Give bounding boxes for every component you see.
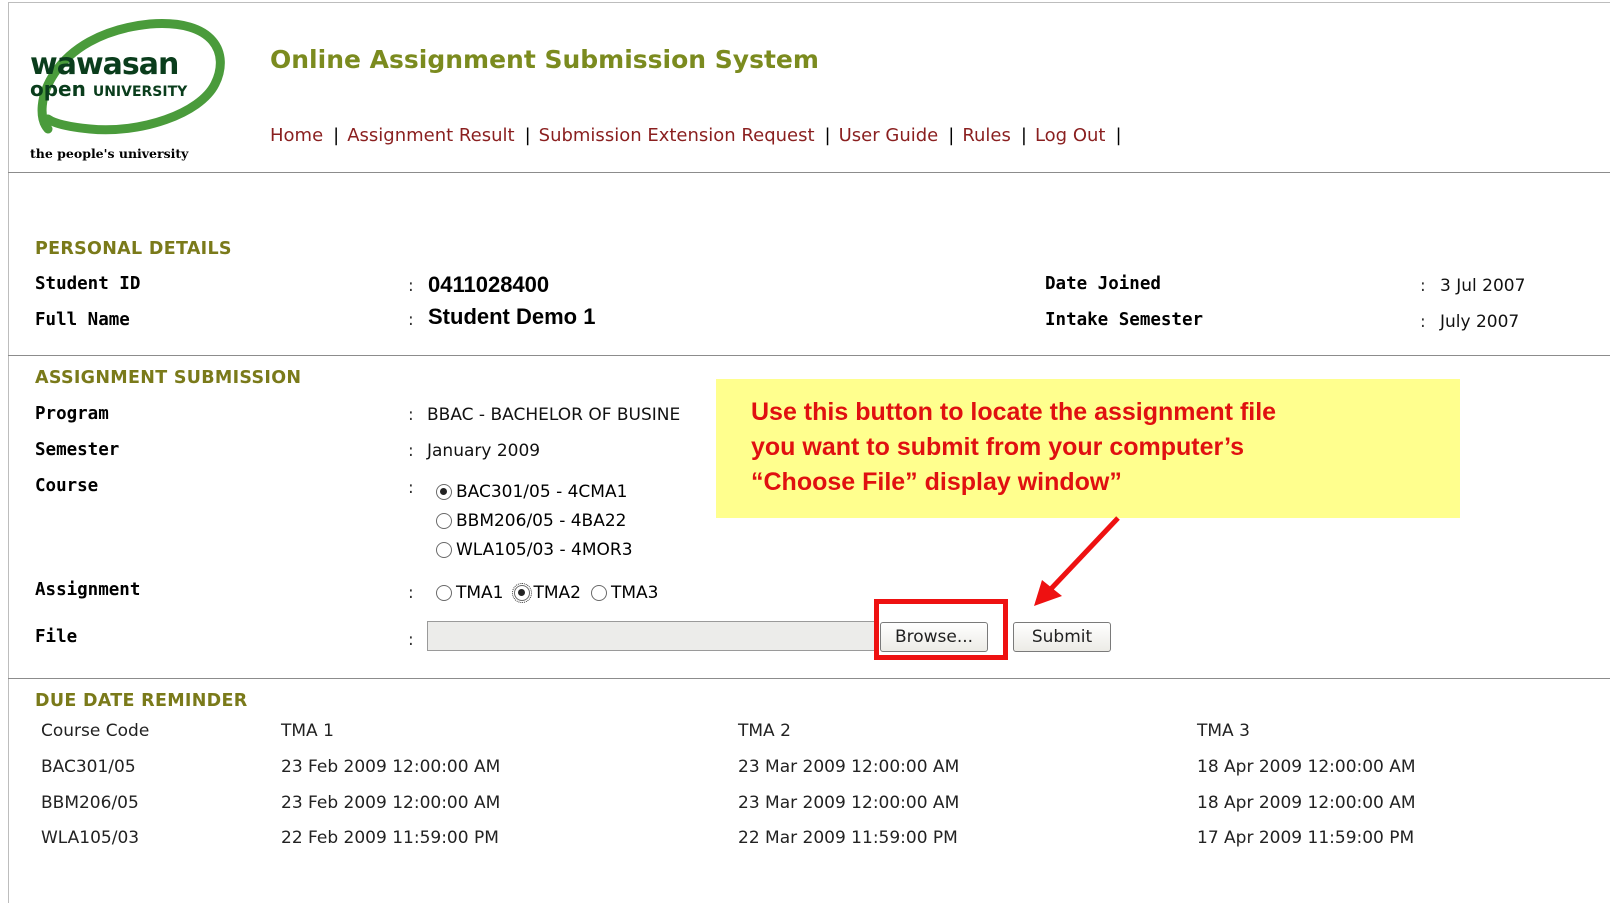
radio-icon[interactable] xyxy=(436,513,452,529)
logo-wordmark-open: open UNIVERSITY xyxy=(30,78,187,103)
colon: : xyxy=(408,405,414,425)
nav-home[interactable]: Home xyxy=(270,125,323,146)
full-name-label: Full Name xyxy=(35,310,130,330)
course-option-label: BBM206/05 - 4BA22 xyxy=(456,511,627,531)
assignment-option-label: TMA2 xyxy=(533,583,582,603)
colon: : xyxy=(408,478,414,498)
callout-line: “Choose File” display window” xyxy=(751,468,1122,496)
assignment-option-label: TMA3 xyxy=(611,583,659,603)
submit-button[interactable]: Submit xyxy=(1013,622,1111,652)
radio-icon[interactable] xyxy=(436,585,452,601)
nav-separator: | xyxy=(524,125,531,146)
colon: : xyxy=(408,441,414,461)
assignment-option[interactable]: TMA1 xyxy=(436,583,504,603)
table-header: Course Code xyxy=(41,721,150,741)
callout-line: Use this button to locate the assignment… xyxy=(751,398,1277,426)
table-cell: 18 Apr 2009 12:00:00 AM xyxy=(1197,793,1416,813)
assignment-label: Assignment xyxy=(35,580,141,600)
university-logo: wawasan open UNIVERSITY the people's uni… xyxy=(30,14,235,164)
course-label: Course xyxy=(35,476,99,496)
assignment-option[interactable]: TMA2 xyxy=(511,583,582,603)
colon: : xyxy=(408,583,414,603)
table-header: TMA 2 xyxy=(738,721,791,741)
assignment-option[interactable]: TMA3 xyxy=(591,583,659,603)
radio-checked-icon[interactable] xyxy=(511,583,532,603)
logo-tagline: the people's university xyxy=(30,146,189,161)
full-name-value: Student Demo 1 xyxy=(428,304,596,329)
radio-icon[interactable] xyxy=(436,542,452,558)
section-personal-details: PERSONAL DETAILS xyxy=(35,239,232,259)
colon: : xyxy=(1420,312,1426,332)
table-cell: 23 Mar 2009 12:00:00 AM xyxy=(738,757,960,777)
assignment-option-label: TMA1 xyxy=(456,583,504,603)
table-cell: 23 Feb 2009 12:00:00 AM xyxy=(281,793,501,813)
table-cell: 18 Apr 2009 12:00:00 AM xyxy=(1197,757,1416,777)
nav-rules[interactable]: Rules xyxy=(962,125,1011,146)
intake-semester-value: July 2007 xyxy=(1440,312,1520,332)
colon: : xyxy=(408,630,414,650)
date-joined-label: Date Joined xyxy=(1045,274,1161,294)
callout-arrow-icon xyxy=(1034,516,1120,606)
course-option[interactable]: BBM206/05 - 4BA22 xyxy=(436,511,626,531)
student-id-label: Student ID xyxy=(35,274,141,294)
section-due-date-reminder: DUE DATE REMINDER xyxy=(35,691,248,711)
course-option-label: BAC301/05 - 4CMA1 xyxy=(456,482,628,502)
nav-separator: | xyxy=(1115,125,1122,146)
nav-separator: | xyxy=(333,125,340,146)
nav-user-guide[interactable]: User Guide xyxy=(839,125,939,146)
table-cell: 17 Apr 2009 11:59:00 PM xyxy=(1197,828,1415,848)
divider xyxy=(8,172,1610,173)
nav-log-out[interactable]: Log Out xyxy=(1035,125,1106,146)
table-cell: WLA105/03 xyxy=(41,828,140,848)
logo-wordmark: wawasan xyxy=(30,47,179,82)
program-label: Program xyxy=(35,404,109,424)
callout-note: Use this button to locate the assignment… xyxy=(716,379,1460,518)
nav-separator: | xyxy=(1020,125,1027,146)
logo-university: UNIVERSITY xyxy=(92,84,188,100)
table-header: TMA 3 xyxy=(1197,721,1250,741)
divider xyxy=(8,678,1610,679)
course-option[interactable]: BAC301/05 - 4CMA1 xyxy=(436,482,627,502)
semester-value: January 2009 xyxy=(427,441,541,461)
table-cell: 22 Feb 2009 11:59:00 PM xyxy=(281,828,499,848)
radio-checked-icon[interactable] xyxy=(436,484,452,500)
table-cell: 22 Mar 2009 11:59:00 PM xyxy=(738,828,958,848)
file-path-input[interactable] xyxy=(427,621,877,651)
nav-separator: | xyxy=(824,125,831,146)
table-cell: BAC301/05 xyxy=(41,757,136,777)
divider xyxy=(8,355,1610,356)
browse-highlight-box xyxy=(874,599,1008,660)
nav-submission-extension[interactable]: Submission Extension Request xyxy=(539,125,815,146)
student-id-value: 0411028400 xyxy=(428,272,550,297)
table-cell: BBM206/05 xyxy=(41,793,139,813)
semester-label: Semester xyxy=(35,440,120,460)
course-option[interactable]: WLA105/03 - 4MOR3 xyxy=(436,540,633,560)
nav-assignment-result[interactable]: Assignment Result xyxy=(347,125,514,146)
intake-semester-label: Intake Semester xyxy=(1045,310,1204,330)
table-cell: 23 Feb 2009 12:00:00 AM xyxy=(281,757,501,777)
nav-separator: | xyxy=(948,125,955,146)
course-option-label: WLA105/03 - 4MOR3 xyxy=(456,540,633,560)
main-nav: Home | Assignment Result | Submission Extens… xyxy=(270,125,1130,146)
page-title: Online Assignment Submission System xyxy=(270,45,819,74)
file-label: File xyxy=(35,627,78,647)
table-cell: 23 Mar 2009 12:00:00 AM xyxy=(738,793,960,813)
colon: : xyxy=(408,276,414,296)
assignment-options: TMA1 TMA2 TMA3 xyxy=(436,583,669,603)
colon: : xyxy=(408,310,414,330)
callout-line: you want to submit from your computer’s xyxy=(751,433,1245,461)
program-value: BBAC - BACHELOR OF BUSINE xyxy=(427,405,681,425)
table-header: TMA 1 xyxy=(281,721,334,741)
logo-open: open xyxy=(30,77,86,101)
radio-icon[interactable] xyxy=(591,585,607,601)
date-joined-value: 3 Jul 2007 xyxy=(1440,276,1526,296)
section-assignment-submission: ASSIGNMENT SUBMISSION xyxy=(35,368,302,388)
colon: : xyxy=(1420,276,1426,296)
